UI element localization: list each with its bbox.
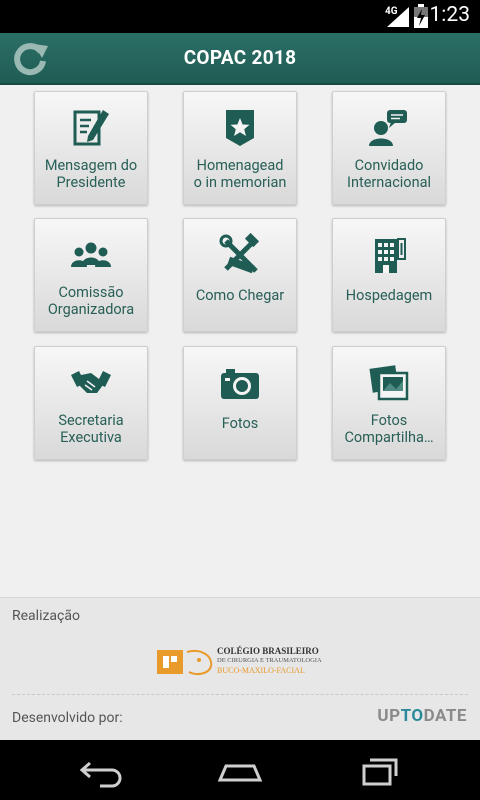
navigation-bar: [0, 740, 480, 800]
tile-label: Fotos Compartilha…: [344, 412, 434, 446]
college-logo-mark: [157, 650, 213, 675]
tile-hospedagem[interactable]: Hospedagem: [332, 218, 446, 332]
cbctbmf-logo: COLÉGIO BRASILEIRO DE CIRURGIA E TRAUMAT…: [157, 643, 327, 679]
hotel-building-icon: [375, 238, 406, 273]
star-badge-icon: [226, 110, 254, 146]
home-button[interactable]: [210, 752, 270, 788]
back-icon: [79, 761, 122, 788]
tile-label: Secretaria Executiva: [58, 412, 124, 446]
home-icon: [217, 764, 263, 782]
recents-icon: [362, 758, 398, 786]
realizacao-label: Realização: [12, 608, 80, 624]
tile-fotos-compartilhadas[interactable]: Fotos Compartilha…: [332, 346, 446, 460]
camera-icon: [221, 369, 259, 399]
footer: Realização COLÉGIO BRASILEIRO DE CIRURGI…: [0, 597, 480, 740]
tile-mensagem-presidente[interactable]: Mensagem do Presidente: [34, 91, 148, 205]
signal-icon: [387, 7, 409, 27]
tools-icon: [219, 233, 260, 274]
tile-label: Convidado Internacional: [347, 157, 431, 191]
tile-label: Homenagead o in memorian: [193, 157, 287, 191]
developed-by-label: Desenvolvido por:: [12, 710, 123, 726]
recents-button[interactable]: [350, 752, 410, 788]
group-icon: [71, 242, 111, 267]
action-bar: COPAC 2018: [0, 33, 480, 85]
handshake-icon: [71, 371, 111, 393]
tile-secretaria-executiva[interactable]: Secretaria Executiva: [34, 346, 148, 460]
tile-label: Comissão Organizadora: [47, 284, 135, 318]
tile-label: Como Chegar: [195, 287, 285, 304]
tile-comissao-organizadora[interactable]: Comissão Organizadora: [34, 218, 148, 332]
photos-stack-icon: [369, 365, 409, 401]
speaker-chat-icon: [369, 110, 407, 146]
footer-divider: [12, 694, 468, 695]
menu-grid: Mensagem do Presidente Homenagead o in mem…: [0, 85, 480, 597]
status-bar: 4G 1:23: [0, 0, 480, 33]
tile-label: Hospedagem: [345, 287, 433, 304]
status-clock: 1:23: [429, 3, 471, 27]
tile-label: Fotos: [221, 415, 259, 432]
tile-fotos[interactable]: Fotos: [183, 346, 297, 460]
back-button[interactable]: [70, 752, 130, 788]
battery-icon: [414, 4, 428, 28]
document-pen-icon: [73, 110, 109, 146]
uptodate-logo[interactable]: UPTODATE: [377, 706, 467, 726]
tile-como-chegar[interactable]: Como Chegar: [183, 218, 297, 332]
tile-convidado-internacional[interactable]: Convidado Internacional: [332, 91, 446, 205]
app-title: COPAC 2018: [183, 46, 297, 69]
tile-homenageado[interactable]: Homenagead o in memorian: [183, 91, 297, 205]
tile-label: Mensagem do Presidente: [44, 157, 138, 191]
